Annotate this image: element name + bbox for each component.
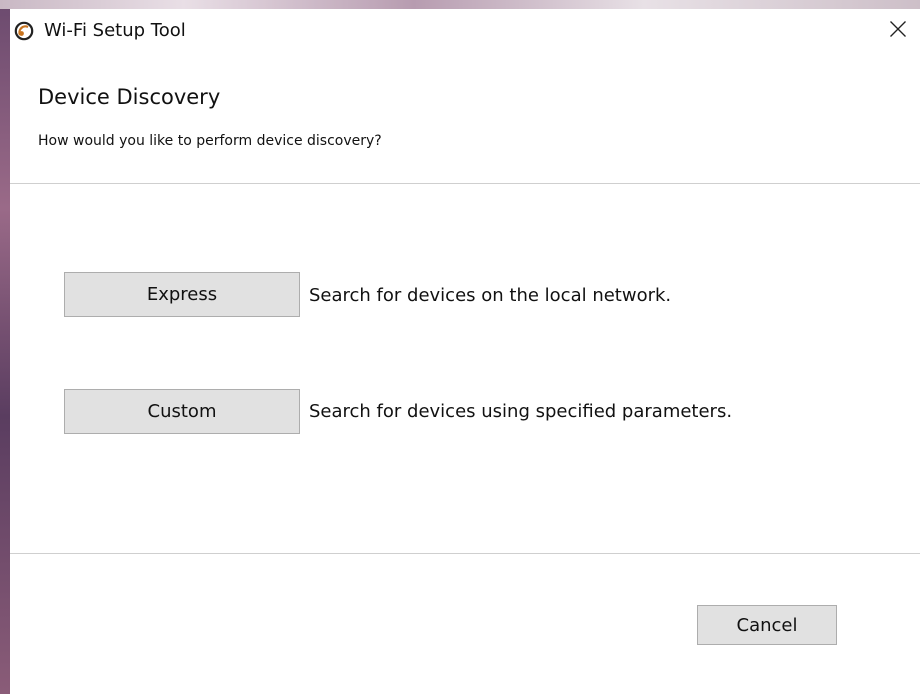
custom-description: Search for devices using specified param… xyxy=(309,401,733,422)
wifi-setup-app-icon xyxy=(14,21,34,41)
desktop-background-top xyxy=(0,0,920,9)
custom-button[interactable]: Custom xyxy=(64,389,300,434)
window-title: Wi-Fi Setup Tool xyxy=(44,20,186,41)
close-icon xyxy=(889,20,907,42)
header-divider xyxy=(10,183,920,184)
setup-dialog-window: Wi-Fi Setup Tool Device Discovery How wo… xyxy=(10,9,920,694)
title-bar: Wi-Fi Setup Tool xyxy=(10,9,920,53)
express-description: Search for devices on the local network. xyxy=(309,285,672,306)
close-button[interactable] xyxy=(876,9,920,53)
desktop-background xyxy=(0,0,10,694)
footer-divider xyxy=(10,553,920,554)
page-title: Device Discovery xyxy=(38,85,221,109)
cancel-button[interactable]: Cancel xyxy=(697,605,837,645)
express-button[interactable]: Express xyxy=(64,272,300,317)
page-subtitle: How would you like to perform device dis… xyxy=(38,133,382,149)
